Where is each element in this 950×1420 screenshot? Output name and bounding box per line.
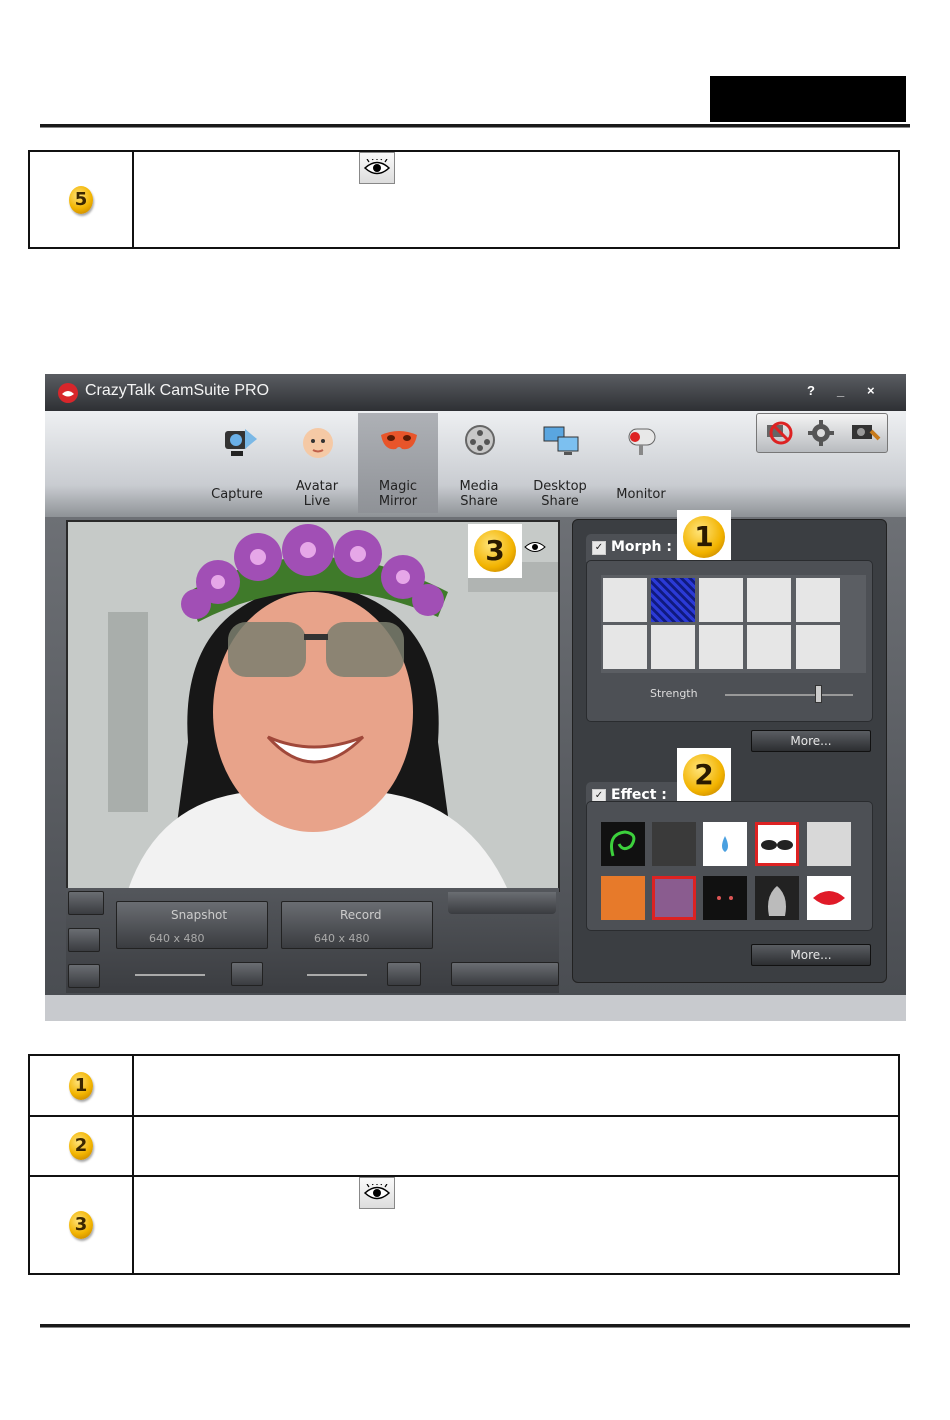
video-mode-button[interactable] <box>68 891 104 915</box>
baby-face-icon <box>303 428 333 458</box>
text-tool-button[interactable] <box>68 928 100 952</box>
morph-thumb[interactable] <box>603 578 647 622</box>
gear-icon[interactable] <box>807 419 835 447</box>
eq-icon[interactable] <box>387 962 421 986</box>
strength-label: Strength <box>650 687 698 700</box>
eye-icon <box>359 152 395 184</box>
tab-capture[interactable]: Capture <box>197 413 277 513</box>
badge-3: 3 <box>69 1211 93 1239</box>
morph-thumb[interactable] <box>747 625 791 669</box>
effect-thumb-flower-crown[interactable] <box>652 876 696 920</box>
title-bar: CrazyTalk CamSuite PRO ? _ × <box>45 374 906 411</box>
effect-thumb-mask[interactable] <box>601 876 645 920</box>
morph-thumb[interactable] <box>699 578 743 622</box>
top-table: 5 <box>28 150 900 249</box>
effect-subpanel <box>586 801 873 931</box>
badge-5: 5 <box>69 185 93 214</box>
morph-checkbox[interactable]: ✓ <box>592 541 606 555</box>
app-logo-icon <box>58 383 78 403</box>
monitors-icon <box>543 426 579 455</box>
morph-more-button[interactable]: More... <box>751 730 871 752</box>
morph-thumb[interactable] <box>796 578 840 622</box>
tab-desktop-share[interactable]: Desktop Share <box>520 413 600 513</box>
close-button[interactable]: × <box>867 383 875 398</box>
playback-bar[interactable] <box>451 962 559 986</box>
snapshot-button[interactable]: Snapshot 640 x 480 <box>116 901 268 949</box>
strength-slider-thumb[interactable] <box>815 685 822 703</box>
eye-toggle-icon[interactable] <box>524 540 546 554</box>
strength-slider[interactable] <box>725 694 853 696</box>
effect-thumb-noise[interactable] <box>652 822 696 866</box>
morph-thumb[interactable] <box>796 625 840 669</box>
effect-thumb-drop[interactable] <box>703 822 747 866</box>
status-bar <box>45 995 906 1021</box>
bottom-table: 1 2 3 <box>28 1054 900 1275</box>
progress-tab <box>448 892 556 914</box>
video-preview: 3 <box>66 520 560 892</box>
record-button[interactable]: Record 640 x 480 <box>281 901 433 949</box>
speaker-icon[interactable] <box>231 962 263 986</box>
morph-thumb[interactable] <box>747 578 791 622</box>
camera-settings-icon[interactable] <box>849 419 881 447</box>
security-camera-icon <box>628 428 656 455</box>
effect-thumb-lips[interactable] <box>807 876 851 920</box>
no-share-icon[interactable] <box>763 419 793 447</box>
effect-thumb-sunglasses[interactable] <box>755 822 799 866</box>
effect-thumb-eyes[interactable] <box>703 876 747 920</box>
morph-thumb[interactable] <box>699 625 743 669</box>
mask-icon <box>381 431 417 450</box>
effect-thumb-bandage[interactable] <box>807 822 851 866</box>
tab-media-share[interactable]: Media Share <box>439 413 519 513</box>
tab-monitor[interactable]: Monitor <box>601 413 681 513</box>
mic-slider[interactable] <box>307 974 367 976</box>
badge-1: 1 <box>69 1071 93 1100</box>
footer-rule <box>40 1324 910 1327</box>
tab-magic-mirror[interactable]: Magic Mirror <box>358 413 438 513</box>
effect-more-button[interactable]: More... <box>751 944 871 966</box>
morph-thumb[interactable] <box>651 578 695 622</box>
app-title: CrazyTalk CamSuite PRO <box>85 382 270 399</box>
callout-1: 1 <box>677 510 731 564</box>
utility-buttons <box>756 413 888 453</box>
callout-2: 2 <box>677 748 731 802</box>
header-black-box <box>710 76 906 122</box>
morph-grid <box>601 575 866 673</box>
eye-icon <box>359 1177 395 1209</box>
module-toolbar: Capture Avatar Live Magic Mirror Media S… <box>45 411 906 517</box>
effect-thumb-smoke[interactable] <box>755 876 799 920</box>
film-reel-icon <box>465 425 495 455</box>
minimize-button[interactable]: _ <box>837 383 844 398</box>
morph-thumb[interactable] <box>603 625 647 669</box>
help-button[interactable]: ? <box>807 383 815 398</box>
app-window: CrazyTalk CamSuite PRO ? _ × Capture Ava… <box>45 374 906 1021</box>
morph-subpanel: Strength <box>586 560 873 722</box>
badge-2: 2 <box>69 1132 93 1160</box>
effect-thumb-green-swirl[interactable] <box>601 822 645 866</box>
callout-3: 3 <box>468 524 522 578</box>
morph-thumb[interactable] <box>651 625 695 669</box>
capture-tool-button[interactable] <box>68 964 100 988</box>
volume-slider[interactable] <box>135 974 205 976</box>
header-rule <box>40 124 910 127</box>
webcam-icon <box>225 429 257 456</box>
tab-avatar-live[interactable]: Avatar Live <box>277 413 357 513</box>
